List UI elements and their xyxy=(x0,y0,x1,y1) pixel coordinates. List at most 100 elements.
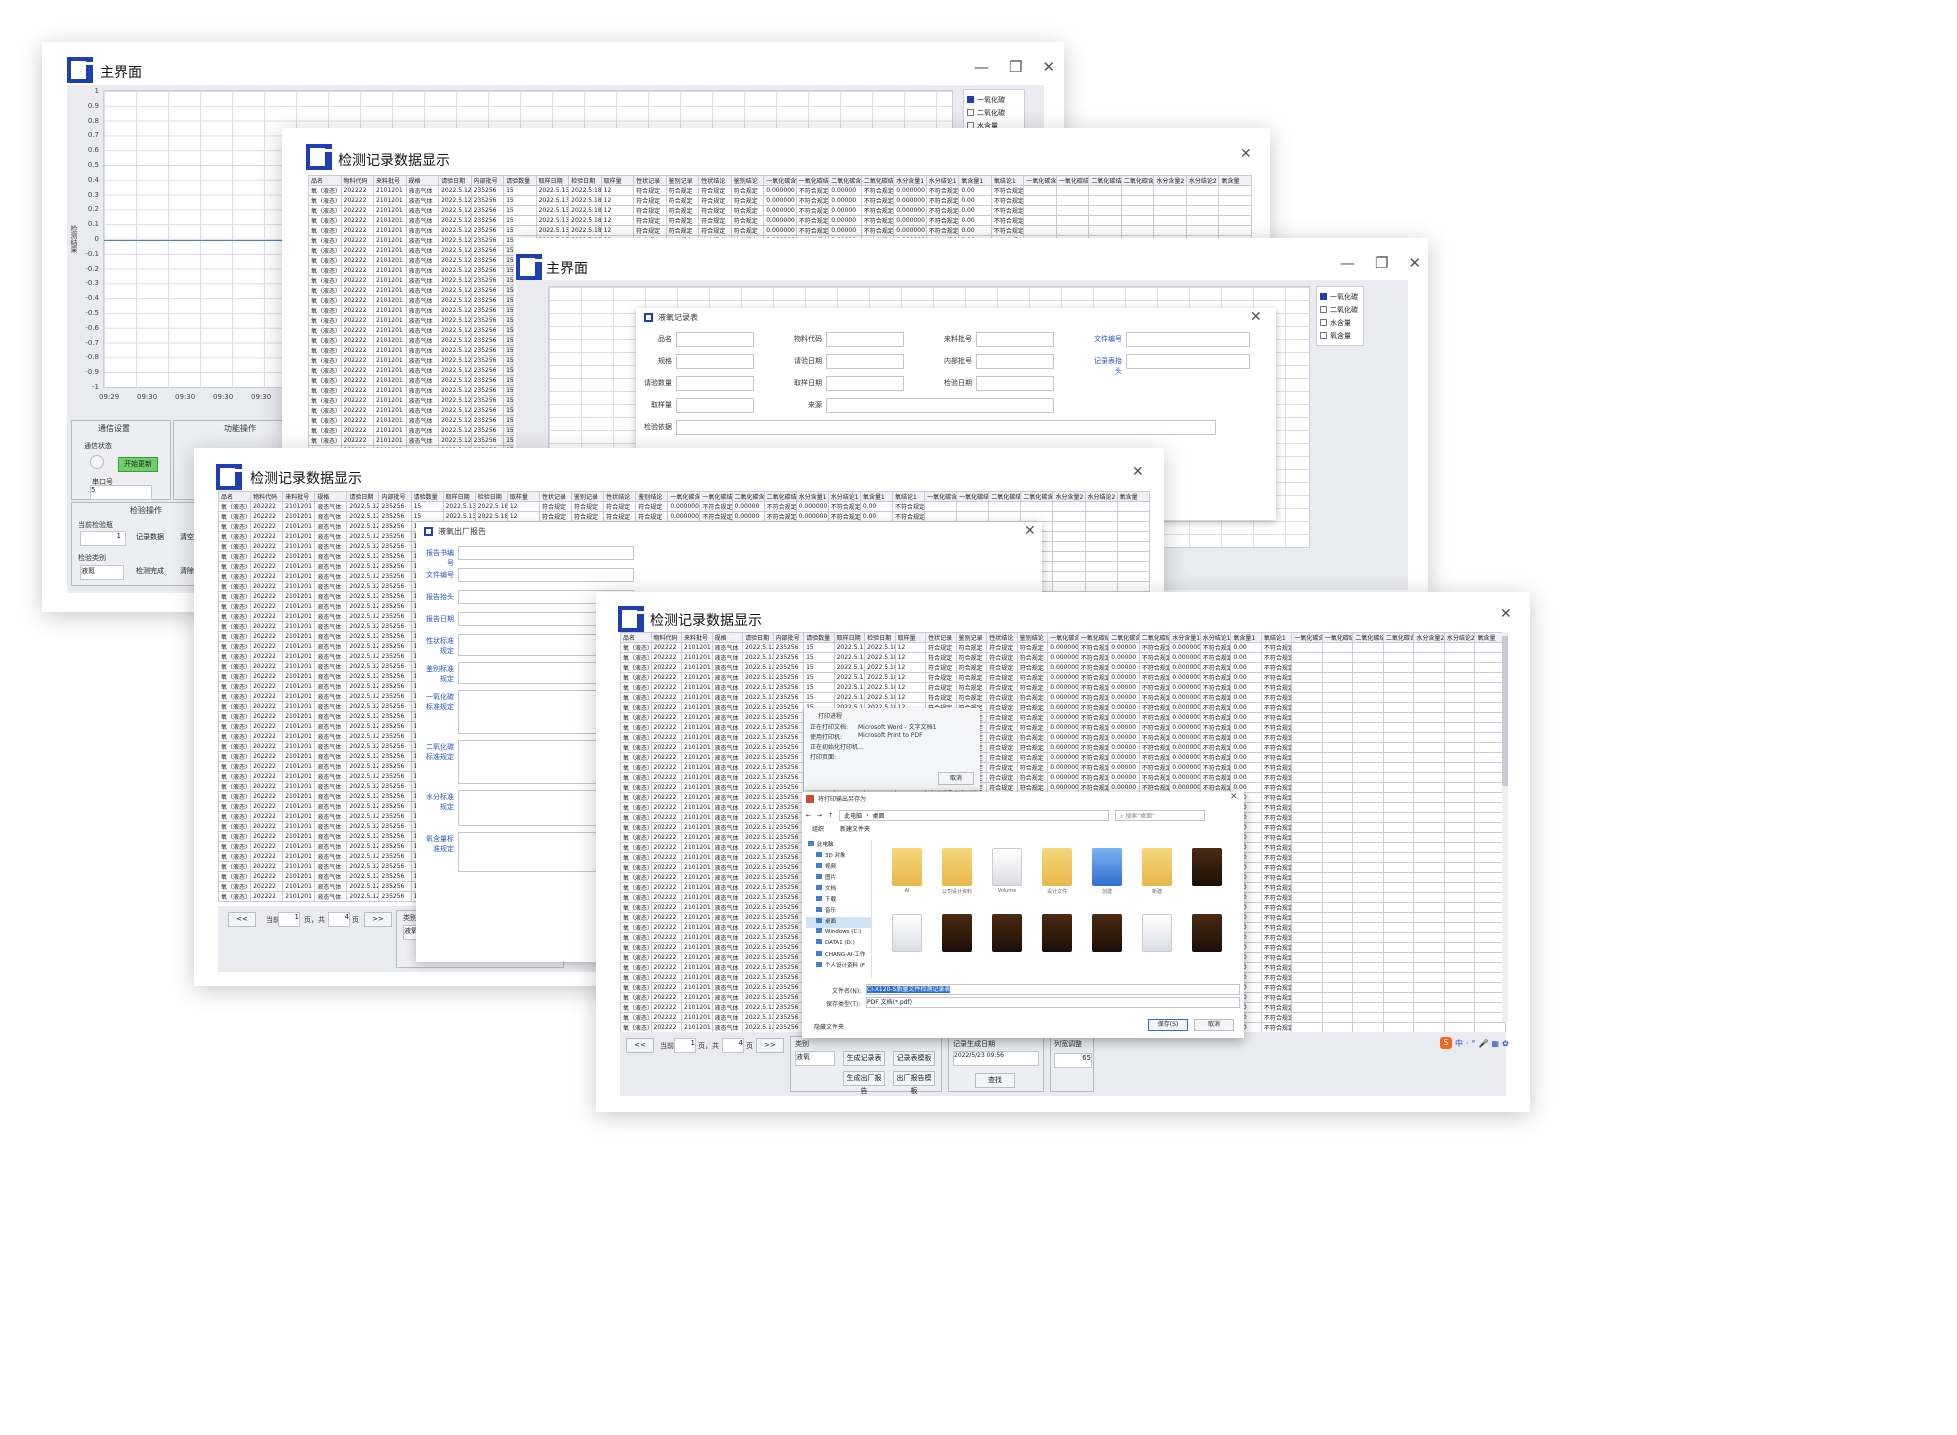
date-picker[interactable]: 2022/5/23 09:56 xyxy=(953,1051,1039,1066)
column-header[interactable]: 取样日期 xyxy=(535,175,570,186)
close-icon[interactable]: ✕ xyxy=(1024,523,1036,539)
folder-icon[interactable] xyxy=(1192,914,1222,952)
form-input[interactable] xyxy=(676,420,1216,435)
column-header[interactable]: 水分含量2 xyxy=(1052,491,1086,502)
tree-item[interactable]: 图片 xyxy=(806,873,871,884)
column-header[interactable]: 一氧化碳结 xyxy=(1077,632,1110,643)
query-button[interactable]: 查找 xyxy=(975,1073,1015,1088)
column-header[interactable]: 内部批号 xyxy=(772,632,805,643)
table-row[interactable]: 氧（液态）2022222101201液态气体2022.5.12235256152… xyxy=(620,642,1506,653)
table-row[interactable]: 氧（液态）2022222101201液态气体2022.5.12235256152… xyxy=(620,692,1506,703)
form-input[interactable] xyxy=(676,354,754,369)
column-header[interactable]: 氧结论1 xyxy=(990,175,1025,186)
scrollbar[interactable] xyxy=(1502,632,1508,1022)
form-input[interactable] xyxy=(826,376,904,391)
column-header[interactable]: 请验数量 xyxy=(410,491,444,502)
table-row[interactable]: 氧（液态）2022222101201液态气体2022.5.12235256152… xyxy=(620,782,1506,793)
table-row[interactable]: 氧（液态）2022222101201液态气体2022.5.12235256152… xyxy=(620,712,1506,723)
column-header[interactable]: 来料批号 xyxy=(373,175,407,186)
column-header[interactable]: 二氧化碳含 xyxy=(1108,632,1140,643)
column-header[interactable]: 性状记录 xyxy=(633,175,667,186)
table-row[interactable]: 氧（液态）2022222101201液态气体2022.5.12235256152… xyxy=(217,511,1151,522)
gen-report-button[interactable]: 生成出厂报告 xyxy=(843,1071,885,1095)
close-icon[interactable]: ✕ xyxy=(1132,464,1144,480)
column-header[interactable]: 水分含量2 xyxy=(1413,632,1445,643)
column-header[interactable]: 一氧化碳含 xyxy=(924,491,958,502)
inspect-done-button[interactable]: 检测完成 xyxy=(130,565,170,580)
column-header[interactable]: 水分含量1 xyxy=(795,491,829,502)
folder-icon[interactable] xyxy=(892,848,922,886)
column-header[interactable]: 二氧化碳结 xyxy=(988,491,1022,502)
legend-item[interactable]: 水含量 xyxy=(1320,316,1360,329)
minimize-icon[interactable]: — xyxy=(1340,254,1355,272)
prev-page-button[interactable]: << xyxy=(626,1038,654,1053)
column-header[interactable]: 氧结论1 xyxy=(891,491,926,502)
table-row[interactable]: 氧（液态）2022222101201液态气体2022.5.12235256152… xyxy=(620,772,1506,783)
column-header[interactable]: 二氧化碳含 xyxy=(1120,175,1155,186)
record-template-button[interactable]: 记录表模板 xyxy=(893,1051,935,1066)
column-header[interactable]: 一氧化碳含 xyxy=(1023,175,1057,186)
column-header[interactable]: 二氧化碳含 xyxy=(828,175,862,186)
type-select[interactable]: 液氮 xyxy=(80,565,124,580)
tree-item[interactable]: Windows (C:) xyxy=(806,928,871,939)
folder-icon[interactable] xyxy=(992,914,1022,952)
column-header[interactable]: 一氧化碳含 xyxy=(1291,632,1323,643)
column-header[interactable]: 物料代码 xyxy=(340,175,375,186)
column-header[interactable]: 内部批号 xyxy=(470,175,505,186)
column-header[interactable]: 物料代码 xyxy=(650,632,683,643)
tree-item[interactable]: 音乐 xyxy=(806,906,871,917)
table-row[interactable]: 氧（液态）2022222101201液态气体2022.5.12235256152… xyxy=(308,205,1252,216)
count-stepper[interactable]: 1 xyxy=(80,531,126,546)
page-input[interactable]: 1 xyxy=(674,1038,696,1053)
column-header[interactable]: 取样量 xyxy=(894,632,927,643)
column-header[interactable]: 水分结论2 xyxy=(1185,175,1220,186)
form-input[interactable] xyxy=(826,332,904,347)
table-row[interactable]: 氧（液态）2022222101201液态气体2022.5.12235256152… xyxy=(620,752,1506,763)
column-header[interactable]: 二氧化碳含 xyxy=(1020,491,1054,502)
close-icon[interactable]: ✕ xyxy=(1408,254,1421,272)
column-header[interactable]: 检验日期 xyxy=(864,632,896,643)
column-header[interactable]: 品名 xyxy=(217,491,252,502)
column-header[interactable]: 氧含量 xyxy=(1474,632,1506,643)
row-width-stepper[interactable]: 65 xyxy=(1054,1053,1092,1068)
new-folder-button[interactable]: 新建文件夹 xyxy=(840,824,870,836)
column-header[interactable]: 二氧化碳含 xyxy=(731,491,765,502)
back-arrow-icon[interactable]: ← xyxy=(806,812,811,819)
column-header[interactable]: 性状记录 xyxy=(925,632,957,643)
column-header[interactable]: 一氧化碳结 xyxy=(699,491,733,502)
folder-icon[interactable] xyxy=(1142,914,1172,952)
folder-icon[interactable] xyxy=(992,848,1022,886)
column-header[interactable]: 二氧化碳含 xyxy=(1382,632,1415,643)
category-select[interactable]: 液氧 xyxy=(795,1051,835,1066)
report-input[interactable] xyxy=(458,546,634,560)
checkbox-icon[interactable] xyxy=(1320,332,1327,339)
cancel-button[interactable]: 取消 xyxy=(1194,1019,1234,1031)
organize-button[interactable]: 组织 xyxy=(812,824,824,836)
column-header[interactable]: 规格 xyxy=(314,491,348,502)
column-header[interactable]: 二氧化碳结 xyxy=(860,175,895,186)
tree-item[interactable]: 个人设计资料 (F xyxy=(806,961,871,972)
table-row[interactable]: 氧（液态）2022222101201液态气体2022.5.12235256152… xyxy=(620,722,1506,733)
filetype-select[interactable]: PDF 文档(*.pdf) xyxy=(866,997,1240,1008)
tree-item[interactable]: 此电脑 xyxy=(806,840,871,851)
gen-record-button[interactable]: 生成记录表 xyxy=(843,1051,885,1066)
cancel-print-button[interactable]: 取消 xyxy=(938,772,974,785)
column-header[interactable]: 水分含量1 xyxy=(893,175,927,186)
column-header[interactable]: 物料代码 xyxy=(250,491,284,502)
column-header[interactable]: 水分含量2 xyxy=(1153,175,1187,186)
path-bar[interactable]: 此电脑 › 桌面 xyxy=(839,809,1110,821)
column-header[interactable]: 品名 xyxy=(620,632,652,643)
port-select[interactable]: 5 xyxy=(90,485,152,500)
folder-icon[interactable] xyxy=(1192,848,1222,886)
column-header[interactable]: 水分含量1 xyxy=(1169,632,1201,643)
filename-input[interactable]: CI-X120-S质量文件检测记录表 xyxy=(866,984,1240,995)
table-row[interactable]: 氧（液态）2022222101201液态气体2022.5.12235256152… xyxy=(308,225,1252,236)
column-header[interactable]: 取样量 xyxy=(506,491,540,502)
column-header[interactable]: 水分结论1 xyxy=(925,175,960,186)
column-header[interactable]: 性状记录 xyxy=(538,491,573,502)
report-input[interactable] xyxy=(458,568,634,582)
column-header[interactable]: 水分结论1 xyxy=(1199,632,1232,643)
column-header[interactable]: 二氧化碳结 xyxy=(763,491,797,502)
restore-icon[interactable]: ❐ xyxy=(1375,254,1388,272)
form-input[interactable] xyxy=(826,354,904,369)
